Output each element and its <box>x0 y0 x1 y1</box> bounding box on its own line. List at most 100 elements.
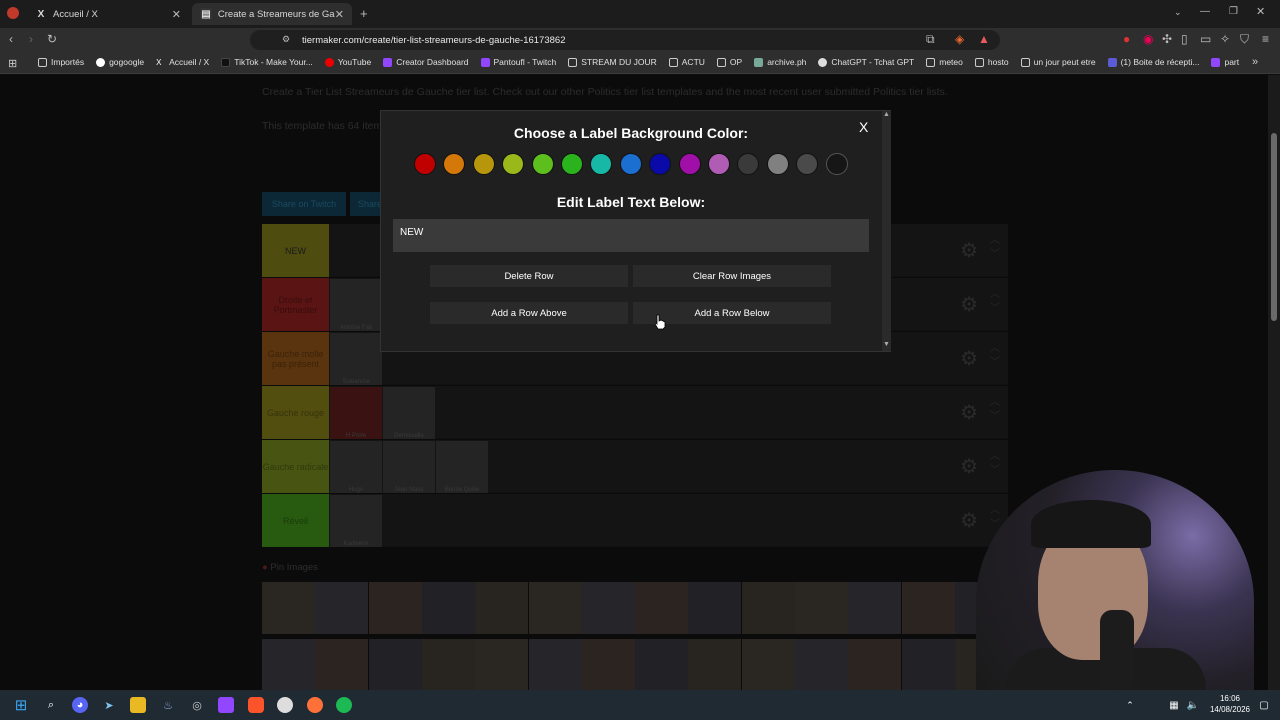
pool-image-thumbnail[interactable] <box>581 582 635 634</box>
bookmark-folder[interactable]: Importés <box>38 57 84 67</box>
bookmark-link[interactable]: (1) Boite de récepti... <box>1107 57 1199 67</box>
site-info-icon[interactable]: ⚙ <box>282 34 290 45</box>
bookmark-link[interactable]: Creator Dashboard <box>383 57 469 67</box>
pool-image-thumbnail[interactable] <box>581 639 635 690</box>
brave-shield-icon[interactable]: ◈ <box>955 32 964 46</box>
browser-menu-icon[interactable] <box>7 7 19 19</box>
label-text-input[interactable] <box>393 219 869 252</box>
twitch-app-icon[interactable] <box>218 697 234 713</box>
tier-label[interactable]: Gauche molle pas présent <box>262 332 329 385</box>
gear-icon[interactable]: ⚙ <box>960 346 978 371</box>
color-swatch[interactable] <box>620 153 642 175</box>
pool-image-thumbnail[interactable] <box>421 582 475 634</box>
gear-icon[interactable]: ⚙ <box>960 400 978 425</box>
gear-icon[interactable]: ⚙ <box>960 454 978 479</box>
forward-icon[interactable]: › <box>29 32 33 46</box>
pool-image-thumbnail[interactable] <box>368 639 422 690</box>
bookmark-folder[interactable]: meteo <box>926 57 963 67</box>
color-swatch[interactable] <box>532 153 554 175</box>
pool-image-thumbnail[interactable] <box>795 639 848 690</box>
tier-label[interactable]: NEW <box>262 224 329 277</box>
tier-label[interactable]: Droite et Portmaster <box>262 278 329 331</box>
row-move-arrows-icon[interactable]: ︿ ﹀ <box>990 342 1000 370</box>
modal-scrollbar[interactable]: ▲ ▼ <box>882 111 891 351</box>
tray-overflow-icon[interactable]: ⌃ <box>1122 697 1138 713</box>
extensions-icon[interactable]: ✣ <box>1162 32 1172 46</box>
color-swatch[interactable] <box>679 153 701 175</box>
pool-image-thumbnail[interactable] <box>421 639 475 690</box>
pool-image-thumbnail[interactable] <box>262 639 315 690</box>
row-move-arrows-icon[interactable]: ︿ ﹀ <box>990 450 1000 478</box>
file-explorer-icon[interactable] <box>130 697 146 713</box>
color-swatch[interactable] <box>561 153 583 175</box>
tier-item-thumbnail[interactable]: Hugo <box>330 441 382 493</box>
bookmark-folder[interactable]: hosto <box>974 57 1009 67</box>
delete-row-button[interactable]: Delete Row <box>430 265 628 287</box>
address-bar[interactable]: ⚙ tiermaker.com/create/tier-list-streame… <box>250 30 1000 50</box>
firefox-icon[interactable] <box>307 697 323 713</box>
system-clock[interactable]: 16:06 14/08/2026 <box>1200 693 1260 715</box>
more-bookmarks-icon[interactable]: » <box>1252 56 1258 68</box>
tab-search-icon[interactable]: ⌄ <box>1174 7 1182 18</box>
pin-images-toggle[interactable]: ● Pin Images <box>262 562 318 573</box>
discord-icon[interactable]: ◕ <box>72 697 88 713</box>
color-swatch[interactable] <box>826 153 848 175</box>
spotify-icon[interactable] <box>336 697 352 713</box>
wallet-icon[interactable]: ▭ <box>1200 32 1211 46</box>
pool-image-thumbnail[interactable] <box>635 639 689 690</box>
clear-row-images-button[interactable]: Clear Row Images <box>633 265 831 287</box>
pool-image-thumbnail[interactable] <box>315 582 369 634</box>
minimize-icon[interactable]: — <box>1200 6 1210 17</box>
maximize-icon[interactable]: ❐ <box>1229 6 1238 17</box>
pool-image-thumbnail[interactable] <box>901 639 955 690</box>
reload-icon[interactable]: ↻ <box>47 32 57 46</box>
bookmark-link[interactable]: ChatGPT - Tchat GPT <box>818 57 914 67</box>
row-move-arrows-icon[interactable]: ︿ ﹀ <box>990 396 1000 424</box>
pool-image-thumbnail[interactable] <box>475 582 529 634</box>
bookmark-link[interactable]: archive.ph <box>754 57 806 67</box>
scroll-up-icon[interactable]: ▲ <box>883 111 890 118</box>
bookmark-link[interactable]: part <box>1211 57 1239 67</box>
pool-image-thumbnail[interactable] <box>848 639 902 690</box>
color-swatch[interactable] <box>649 153 671 175</box>
vpn-icon[interactable]: ⛉ <box>1240 32 1249 47</box>
bookmark-link[interactable]: YouTube <box>324 57 371 67</box>
gear-icon[interactable]: ⚙ <box>960 238 978 263</box>
pool-image-thumbnail[interactable] <box>741 582 795 634</box>
search-icon[interactable]: ⌕ <box>43 697 59 713</box>
pool-image-thumbnail[interactable] <box>688 582 742 634</box>
pool-image-thumbnail[interactable] <box>315 639 369 690</box>
tab-close-icon[interactable]: ✕ <box>172 8 181 21</box>
windows-start-icon[interactable]: ⊞ <box>13 697 29 714</box>
scroll-down-icon[interactable]: ▼ <box>883 341 890 348</box>
tier-label[interactable]: Gauche radicale <box>262 440 329 493</box>
tier-item-thumbnail[interactable]: Demoiselle <box>383 387 435 439</box>
tier-label[interactable]: Réveil <box>262 494 329 547</box>
menu-icon[interactable]: ≡ <box>1262 32 1269 46</box>
brave-rewards-icon[interactable]: ▲ <box>978 32 990 46</box>
pool-image-thumbnail[interactable] <box>795 582 848 634</box>
color-swatch[interactable] <box>708 153 730 175</box>
color-swatch[interactable] <box>414 153 436 175</box>
pool-image-thumbnail[interactable] <box>262 582 315 634</box>
add-row-above-button[interactable]: Add a Row Above <box>430 302 628 324</box>
chrome-icon[interactable] <box>277 697 293 713</box>
steam-icon[interactable]: ♨ <box>160 697 176 713</box>
steam-link-icon[interactable]: ➤ <box>101 697 117 713</box>
tier-item-thumbnail[interactable]: Soleanore <box>330 333 382 385</box>
back-icon[interactable]: ‹ <box>9 32 13 46</box>
tier-item-thumbnail[interactable]: H Poire <box>330 387 382 439</box>
pool-image-thumbnail[interactable] <box>741 639 795 690</box>
tier-item-thumbnail[interactable]: Antoine Fab <box>330 279 382 331</box>
pool-image-thumbnail[interactable] <box>848 582 902 634</box>
bookmark-link[interactable]: gogoogle <box>96 57 144 67</box>
pool-image-thumbnail[interactable] <box>901 582 955 634</box>
tier-item-thumbnail[interactable]: Kadivenk <box>330 495 382 547</box>
pool-image-thumbnail[interactable] <box>635 582 689 634</box>
brave-browser-icon[interactable] <box>248 697 264 713</box>
bookmark-link[interactable]: TikTok - Make Your... <box>221 57 313 67</box>
record-icon[interactable]: ◉ <box>1143 32 1153 46</box>
share-twitch-button[interactable]: Share on Twitch <box>262 192 346 216</box>
pool-image-thumbnail[interactable] <box>688 639 742 690</box>
notifications-icon[interactable]: ▢ <box>1256 697 1272 713</box>
